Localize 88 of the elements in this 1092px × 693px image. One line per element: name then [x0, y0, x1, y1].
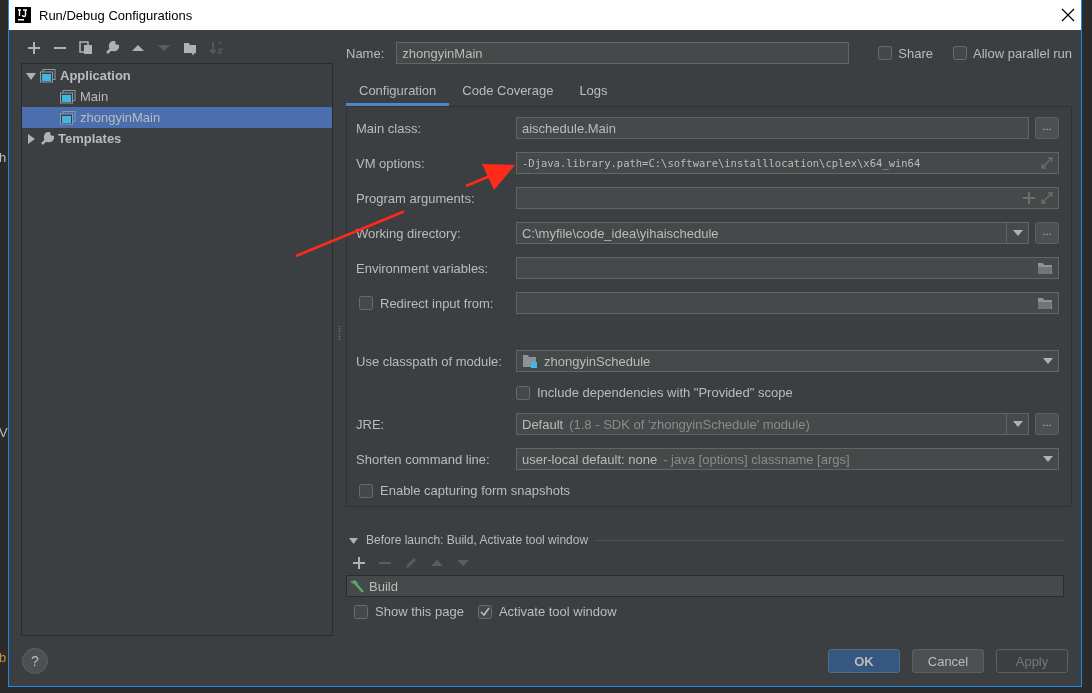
- checkbox-label: Redirect input from:: [380, 295, 494, 311]
- dropdown-button[interactable]: [1007, 222, 1029, 244]
- dropdown-arrow-icon[interactable]: [1043, 456, 1053, 462]
- text-field[interactable]: [516, 257, 1059, 279]
- tab[interactable]: Logs: [566, 78, 621, 106]
- help-button[interactable]: ?: [22, 648, 48, 674]
- field-label: Program arguments:: [356, 190, 476, 206]
- expand-icon[interactable]: [1041, 157, 1053, 169]
- field-label: Shorten command line:: [356, 451, 491, 467]
- folder-icon[interactable]: [1037, 296, 1053, 310]
- tree-item-label: Main: [80, 89, 109, 104]
- tree-item-label: Templates: [58, 131, 122, 146]
- tree-item-label: zhongyinMain: [80, 110, 161, 125]
- add-icon[interactable]: [352, 556, 366, 570]
- text-field[interactable]: [516, 187, 1059, 209]
- checkbox-label: Include dependencies with "Provided" scope: [537, 385, 793, 400]
- checkbox[interactable]: [359, 483, 373, 498]
- expanded-arrow-icon[interactable]: [349, 535, 358, 545]
- tab[interactable]: Code Coverage: [449, 78, 567, 106]
- browse-button[interactable]: ...: [1035, 117, 1059, 139]
- checkbox[interactable]: [953, 46, 967, 60]
- tree-item[interactable]: Application: [22, 65, 332, 86]
- hammer-icon: [349, 579, 365, 593]
- module-folder-icon: [522, 354, 538, 368]
- field-value: user-local default: none: [522, 451, 658, 467]
- combo-field[interactable]: zhongyinSchedule: [516, 350, 1059, 372]
- folder-icon[interactable]: [1037, 261, 1053, 275]
- checkbox[interactable]: [878, 46, 893, 60]
- checkbox-label: Activate tool window: [498, 604, 617, 619]
- cancel-button[interactable]: Cancel: [912, 649, 984, 673]
- background-text: b: [0, 650, 7, 665]
- checkbox[interactable]: [359, 296, 373, 310]
- close-icon[interactable]: [1061, 8, 1075, 22]
- combo-field[interactable]: Default (1.8 - SDK of 'zhongyinSchedule' module): [516, 413, 1007, 435]
- checkbox[interactable]: [516, 385, 530, 400]
- field-hint: - java [options] classname [args]: [663, 451, 850, 467]
- checkbox-label: Enable capturing form snapshots: [380, 483, 571, 498]
- text-field[interactable]: aischedule.Main: [516, 117, 1029, 139]
- field-value: Default: [522, 416, 564, 432]
- dropdown-arrow-icon[interactable]: [1012, 421, 1023, 427]
- collapsed-arrow-icon[interactable]: [26, 133, 36, 144]
- background-text: h: [0, 150, 7, 165]
- window-icon: [40, 68, 56, 83]
- field-label: Environment variables:: [356, 260, 490, 276]
- field-label: Use classpath of module:: [356, 353, 503, 369]
- tree-item[interactable]: Main: [22, 86, 332, 107]
- field-value: -Djava.library.path=C:\software\installlocation\cplex\x64_win64: [522, 157, 921, 169]
- field-value: zhongyinSchedule: [544, 353, 651, 369]
- combo-field[interactable]: user-local default: none - java [options] classname [args]: [516, 448, 1059, 470]
- checkbox-label: Allow parallel run: [973, 45, 1072, 61]
- expanded-arrow-icon[interactable]: [26, 70, 36, 81]
- wrench-icon[interactable]: [105, 40, 119, 55]
- task-list-item[interactable]: Build: [346, 575, 1064, 597]
- field-label: VM options:: [356, 155, 426, 171]
- text-field[interactable]: [516, 292, 1059, 314]
- app-logo-icon: [15, 7, 31, 23]
- field-hint: (1.8 - SDK of 'zhongyinSchedule' module): [569, 416, 810, 432]
- add-icon[interactable]: [27, 40, 41, 55]
- browse-button[interactable]: ...: [1035, 413, 1059, 435]
- tree-item-label: Application: [60, 68, 131, 83]
- wrench-icon: [40, 131, 54, 146]
- expand-icon[interactable]: [1041, 192, 1053, 204]
- window-title: Run/Debug Configurations: [39, 7, 194, 23]
- browse-button[interactable]: ...: [1035, 222, 1059, 244]
- field-label: Working directory:: [356, 225, 462, 241]
- ok-button[interactable]: OK: [828, 649, 900, 673]
- field-label: Main class:: [356, 120, 423, 136]
- field-value: C:\myfile\code_idea\yihaischedule: [522, 225, 719, 241]
- window-icon: [60, 89, 76, 104]
- checkbox-label: Share: [898, 45, 933, 61]
- combo-field[interactable]: C:\myfile\code_idea\yihaischedule: [516, 222, 1007, 244]
- dropdown-arrow-icon[interactable]: [1043, 358, 1053, 364]
- task-label: Build: [369, 578, 398, 594]
- checkbox[interactable]: [477, 604, 492, 619]
- field-label: Name:: [346, 45, 385, 61]
- tree-item[interactable]: Templates: [22, 128, 332, 149]
- checkbox[interactable]: [354, 604, 368, 619]
- tree-item[interactable]: zhongyinMain: [22, 107, 332, 128]
- name-field[interactable]: zhongyinMain: [396, 42, 850, 64]
- section-title: Before launch: Build, Activate tool window: [366, 533, 589, 547]
- field-label: JRE:: [356, 416, 386, 432]
- text-field[interactable]: -Djava.library.path=C:\software\installlocation\cplex\x64_win64: [516, 152, 1059, 174]
- checkbox-label: Show this page: [375, 604, 464, 619]
- window-icon: [60, 110, 76, 125]
- copy-icon[interactable]: [79, 40, 93, 55]
- dropdown-button[interactable]: [1007, 413, 1029, 435]
- dropdown-arrow-icon[interactable]: [1012, 230, 1023, 236]
- new-folder-icon[interactable]: [183, 40, 197, 55]
